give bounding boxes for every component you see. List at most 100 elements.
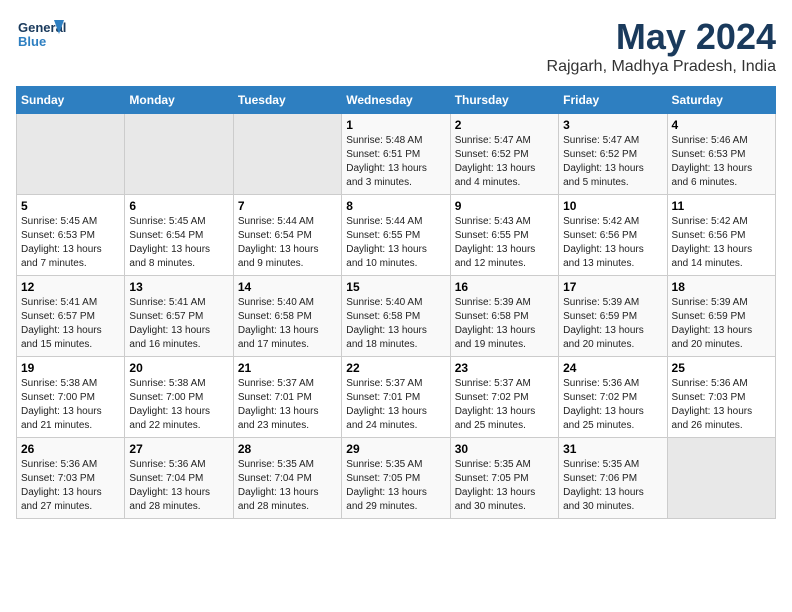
day-number: 20 [129, 361, 228, 375]
calendar-cell: 13Sunrise: 5:41 AMSunset: 6:57 PMDayligh… [125, 276, 233, 357]
calendar-week-row: 12 Sunrise: 5:41 AMSunset: 6:57 PMDayligh… [17, 276, 776, 357]
day-number: 30 [455, 442, 554, 456]
day-number: 24 [563, 361, 662, 375]
day-info: Sunrise: 5:40 AMSunset: 6:58 PMDaylight:… [346, 296, 445, 352]
weekday-header-row: SundayMondayTuesdayWednesdayThursdayFrid… [17, 87, 776, 114]
day-number: 10 [563, 199, 662, 213]
weekday-header: Tuesday [233, 87, 341, 114]
calendar-cell: 25 Sunrise: 5:36 AMSunset: 7:03 PMDayligh… [667, 357, 775, 438]
day-number: 8 [346, 199, 445, 213]
title-area: May 2024 Rajgarh, Madhya Pradesh, India [547, 16, 776, 76]
calendar-cell: 15 Sunrise: 5:40 AMSunset: 6:58 PMDayligh… [342, 276, 450, 357]
calendar-cell: 31 Sunrise: 5:35 AMSunset: 7:06 PMDayligh… [559, 438, 667, 519]
calendar-week-row: 1Sunrise: 5:48 AMSunset: 6:51 PMDaylight… [17, 114, 776, 195]
calendar-cell [667, 438, 775, 519]
calendar-cell: 9Sunrise: 5:43 AMSunset: 6:55 PMDaylight… [450, 195, 558, 276]
calendar-cell [125, 114, 233, 195]
calendar-cell: 29 Sunrise: 5:35 AMSunset: 7:05 PMDayligh… [342, 438, 450, 519]
calendar-cell: 11 Sunrise: 5:42 AMSunset: 6:56 PMDayligh… [667, 195, 775, 276]
day-info: Sunrise: 5:42 AMSunset: 6:56 PMDaylight:… [563, 215, 662, 271]
day-info: Sunrise: 5:45 AMSunset: 6:53 PMDaylight:… [21, 215, 120, 271]
weekday-header: Thursday [450, 87, 558, 114]
day-number: 27 [129, 442, 228, 456]
day-number: 11 [672, 199, 771, 213]
calendar-cell: 12 Sunrise: 5:41 AMSunset: 6:57 PMDayligh… [17, 276, 125, 357]
day-number: 18 [672, 280, 771, 294]
weekday-header: Wednesday [342, 87, 450, 114]
day-info: Sunrise: 5:41 AMSunset: 6:57 PMDaylight:… [21, 296, 120, 352]
calendar-cell: 22Sunrise: 5:37 AMSunset: 7:01 PMDayligh… [342, 357, 450, 438]
day-info: Sunrise: 5:42 AMSunset: 6:56 PMDaylight:… [672, 215, 771, 271]
calendar-cell [17, 114, 125, 195]
day-info: Sunrise: 5:39 AMSunset: 6:58 PMDaylight:… [455, 296, 554, 352]
month-title: May 2024 [547, 16, 776, 58]
weekday-header: Monday [125, 87, 233, 114]
calendar-cell: 17 Sunrise: 5:39 AMSunset: 6:59 PMDayligh… [559, 276, 667, 357]
day-number: 6 [129, 199, 228, 213]
calendar-cell: 24 Sunrise: 5:36 AMSunset: 7:02 PMDayligh… [559, 357, 667, 438]
weekday-header: Friday [559, 87, 667, 114]
day-number: 3 [563, 118, 662, 132]
calendar-week-row: 5Sunrise: 5:45 AMSunset: 6:53 PMDaylight… [17, 195, 776, 276]
calendar-cell: 23Sunrise: 5:37 AMSunset: 7:02 PMDayligh… [450, 357, 558, 438]
day-info: Sunrise: 5:47 AMSunset: 6:52 PMDaylight:… [455, 134, 554, 190]
calendar-cell: 18 Sunrise: 5:39 AMSunset: 6:59 PMDayligh… [667, 276, 775, 357]
calendar-cell: 19Sunrise: 5:38 AMSunset: 7:00 PMDayligh… [17, 357, 125, 438]
day-number: 9 [455, 199, 554, 213]
day-info: Sunrise: 5:35 AMSunset: 7:05 PMDaylight:… [455, 458, 554, 514]
calendar-cell: 7 Sunrise: 5:44 AMSunset: 6:54 PMDaylight… [233, 195, 341, 276]
day-info: Sunrise: 5:35 AMSunset: 7:05 PMDaylight:… [346, 458, 445, 514]
day-info: Sunrise: 5:37 AMSunset: 7:01 PMDaylight:… [238, 377, 337, 433]
day-number: 31 [563, 442, 662, 456]
calendar-cell: 30 Sunrise: 5:35 AMSunset: 7:05 PMDayligh… [450, 438, 558, 519]
day-info: Sunrise: 5:48 AMSunset: 6:51 PMDaylight:… [346, 134, 445, 190]
calendar-week-row: 19 Sunrise: 5:38 AMSunset: 7:00 PMDayligh… [17, 357, 776, 438]
day-number: 16 [455, 280, 554, 294]
day-info: Sunrise: 5:46 AMSunset: 6:53 PMDaylight:… [672, 134, 771, 190]
calendar-cell: 8Sunrise: 5:44 AMSunset: 6:55 PMDaylight… [342, 195, 450, 276]
day-number: 26 [21, 442, 120, 456]
day-number: 23 [455, 361, 554, 375]
day-info: Sunrise: 5:38 AMSunset: 7:00 PMDaylight:… [129, 377, 228, 433]
day-info: Sunrise: 5:36 AMSunset: 7:03 PMDaylight:… [21, 458, 120, 514]
day-number: 22 [346, 361, 445, 375]
calendar-cell: 1Sunrise: 5:48 AMSunset: 6:51 PMDaylight… [342, 114, 450, 195]
day-number: 7 [238, 199, 337, 213]
day-info: Sunrise: 5:41 AMSunset: 6:57 PMDaylight:… [129, 296, 228, 352]
day-number: 21 [238, 361, 337, 375]
calendar-cell: 3Sunrise: 5:47 AMSunset: 6:52 PMDaylight… [559, 114, 667, 195]
day-info: Sunrise: 5:35 AMSunset: 7:06 PMDaylight:… [563, 458, 662, 514]
day-number: 28 [238, 442, 337, 456]
day-number: 4 [672, 118, 771, 132]
weekday-header: Saturday [667, 87, 775, 114]
calendar-cell: 14 Sunrise: 5:40 AMSunset: 6:58 PMDayligh… [233, 276, 341, 357]
day-info: Sunrise: 5:35 AMSunset: 7:04 PMDaylight:… [238, 458, 337, 514]
svg-text:Blue: Blue [18, 34, 46, 49]
day-info: Sunrise: 5:39 AMSunset: 6:59 PMDaylight:… [672, 296, 771, 352]
day-info: Sunrise: 5:44 AMSunset: 6:54 PMDaylight:… [238, 215, 337, 271]
calendar-cell: 4 Sunrise: 5:46 AMSunset: 6:53 PMDaylight… [667, 114, 775, 195]
day-number: 12 [21, 280, 120, 294]
day-info: Sunrise: 5:36 AMSunset: 7:04 PMDaylight:… [129, 458, 228, 514]
day-number: 14 [238, 280, 337, 294]
day-number: 29 [346, 442, 445, 456]
calendar-cell [233, 114, 341, 195]
day-info: Sunrise: 5:39 AMSunset: 6:59 PMDaylight:… [563, 296, 662, 352]
day-number: 15 [346, 280, 445, 294]
header: General Blue May 2024 Rajgarh, Madhya Pr… [16, 16, 776, 76]
day-number: 19 [21, 361, 120, 375]
calendar-cell: 21 Sunrise: 5:37 AMSunset: 7:01 PMDayligh… [233, 357, 341, 438]
location-title: Rajgarh, Madhya Pradesh, India [547, 58, 776, 76]
day-info: Sunrise: 5:36 AMSunset: 7:02 PMDaylight:… [563, 377, 662, 433]
day-number: 25 [672, 361, 771, 375]
calendar-cell: 6Sunrise: 5:45 AMSunset: 6:54 PMDaylight… [125, 195, 233, 276]
calendar-cell: 2Sunrise: 5:47 AMSunset: 6:52 PMDaylight… [450, 114, 558, 195]
logo: General Blue [16, 16, 66, 60]
day-info: Sunrise: 5:36 AMSunset: 7:03 PMDaylight:… [672, 377, 771, 433]
calendar-cell: 28 Sunrise: 5:35 AMSunset: 7:04 PMDayligh… [233, 438, 341, 519]
logo-svg: General Blue [16, 16, 66, 60]
day-info: Sunrise: 5:40 AMSunset: 6:58 PMDaylight:… [238, 296, 337, 352]
calendar-week-row: 26 Sunrise: 5:36 AMSunset: 7:03 PMDayligh… [17, 438, 776, 519]
calendar-cell: 5Sunrise: 5:45 AMSunset: 6:53 PMDaylight… [17, 195, 125, 276]
day-number: 17 [563, 280, 662, 294]
